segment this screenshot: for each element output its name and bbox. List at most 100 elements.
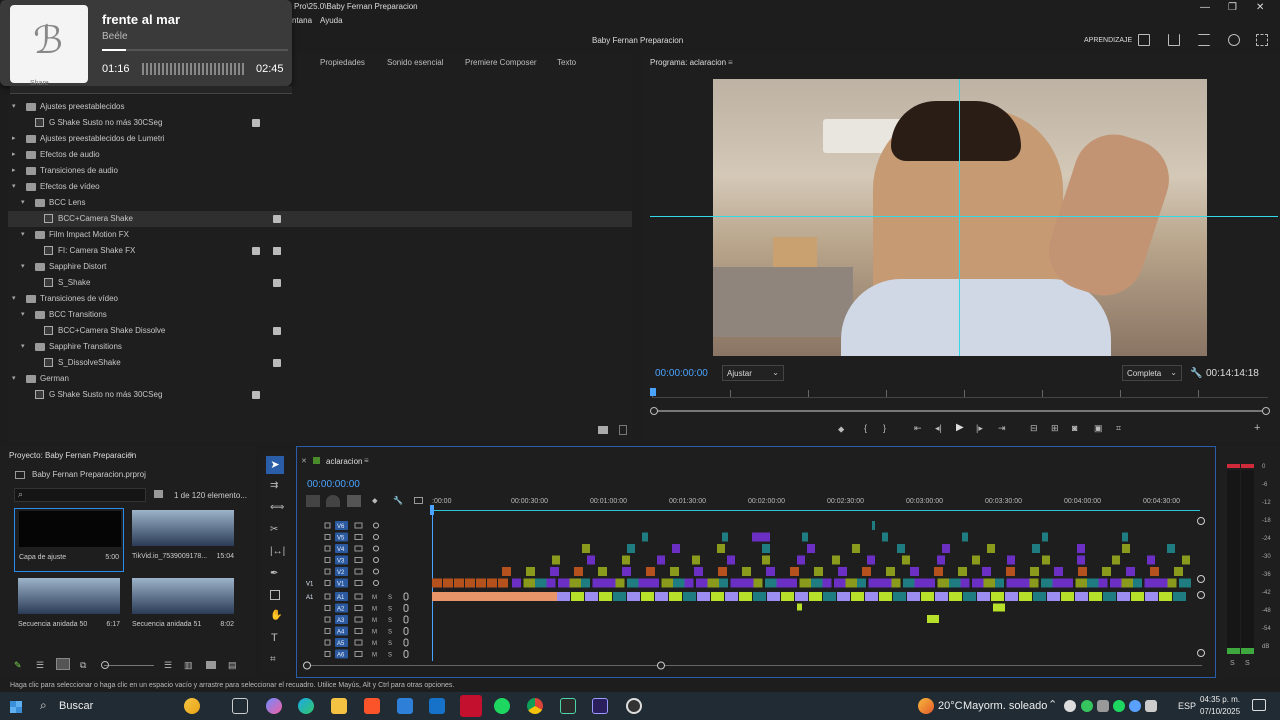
video-clip[interactable]	[546, 578, 556, 588]
effects-tree-row[interactable]: ▾ Sapphire Transitions	[8, 339, 632, 355]
effects-tree-row[interactable]: ▾ Transiciones de vídeo	[8, 291, 632, 307]
lock-icon[interactable]	[324, 605, 331, 611]
scrollbar-handle-right[interactable]	[1262, 407, 1270, 415]
icon-view-icon[interactable]	[56, 658, 70, 670]
video-clip[interactable]	[902, 555, 910, 565]
video-clip[interactable]	[868, 578, 881, 588]
effects-tree-row[interactable]: S_Shake	[8, 275, 632, 291]
timeline-timecode[interactable]: 00:00:00:00	[307, 479, 360, 490]
close-button[interactable]: ✕	[1256, 2, 1264, 13]
video-clip[interactable]	[1042, 532, 1048, 542]
video-clip[interactable]	[672, 544, 680, 553]
lift-icon[interactable]: ⊟	[1030, 423, 1038, 434]
video-clip[interactable]	[1122, 544, 1130, 553]
audio-clip[interactable]	[907, 592, 920, 601]
eye-icon[interactable]	[373, 580, 379, 586]
list-view-icon[interactable]: ☰	[36, 660, 44, 671]
track-scroll-handle-audio[interactable]	[1197, 591, 1205, 599]
step-forward-icon[interactable]: |▸	[976, 423, 983, 434]
audio-clip[interactable]	[865, 592, 878, 601]
playhead-marker[interactable]	[650, 388, 656, 396]
sync-icon[interactable]	[354, 522, 363, 529]
microphone-icon[interactable]	[403, 592, 409, 601]
export-icon[interactable]	[1168, 34, 1180, 46]
video-clip[interactable]	[799, 578, 812, 588]
audio-clip[interactable]	[935, 592, 948, 601]
zoom-slider[interactable]	[104, 665, 154, 666]
add-marker-icon[interactable]: ⬥	[838, 424, 844, 435]
language-indicator[interactable]: ESP	[1178, 701, 1196, 711]
effects-search-input[interactable]: Share	[10, 80, 292, 94]
video-clip[interactable]	[1167, 578, 1177, 588]
track-label-v3[interactable]: V3	[337, 559, 345, 565]
video-clip[interactable]	[1042, 555, 1050, 565]
effects-tree-row[interactable]: ▸ Ajustes preestablecidos de Lumetri	[8, 131, 632, 147]
eye-icon[interactable]	[373, 534, 379, 540]
track-label-v4[interactable]: V4	[337, 547, 345, 553]
solo-button[interactable]: S	[388, 653, 392, 659]
audio-clip[interactable]	[641, 592, 654, 601]
video-clip[interactable]	[1102, 567, 1111, 576]
project-item[interactable]: Secuencia anidada 50 6:17	[14, 576, 124, 640]
lock-icon[interactable]	[324, 639, 331, 646]
premiere-taskbar-icon[interactable]	[592, 698, 608, 714]
video-clip[interactable]	[822, 578, 832, 588]
tray-icon-3[interactable]	[1097, 700, 1109, 712]
video-clip[interactable]	[498, 578, 508, 588]
solo-button[interactable]: S	[388, 595, 392, 601]
track-scroll-handle-top[interactable]	[1197, 517, 1205, 525]
video-clip[interactable]	[852, 544, 860, 553]
audio-clip[interactable]	[1089, 592, 1102, 601]
mute-button[interactable]: M	[372, 641, 377, 647]
microphone-icon[interactable]	[403, 627, 409, 635]
new-bin-icon[interactable]	[154, 490, 163, 498]
windows-start-icon[interactable]	[10, 701, 22, 713]
track-label-a1[interactable]: A1	[337, 595, 345, 601]
track-label-v5[interactable]: V5	[337, 536, 345, 542]
mute-button[interactable]: M	[372, 618, 377, 624]
video-clip[interactable]	[987, 544, 995, 553]
video-clip[interactable]	[615, 578, 625, 588]
sync-icon[interactable]	[354, 639, 363, 646]
audio-clip[interactable]	[1033, 592, 1046, 601]
video-clip[interactable]	[526, 567, 535, 576]
video-clip[interactable]	[1098, 578, 1108, 588]
sync-icon[interactable]	[354, 651, 363, 657]
timeline-hscroll[interactable]	[307, 665, 1202, 666]
video-clip[interactable]	[642, 532, 648, 542]
audio-clip[interactable]	[921, 592, 934, 601]
tray-icon-1[interactable]	[1064, 700, 1076, 712]
video-clip[interactable]	[598, 567, 607, 576]
audio-clip[interactable]	[683, 592, 696, 601]
track-scroll-handle-bottom[interactable]	[1197, 649, 1205, 657]
audio-clip[interactable]	[669, 592, 682, 601]
video-clip[interactable]	[657, 555, 665, 565]
microphone-icon[interactable]	[403, 615, 409, 624]
tray-icon-5[interactable]	[1129, 700, 1141, 712]
audio-clip[interactable]	[1159, 592, 1172, 601]
mute-button[interactable]: M	[372, 630, 377, 636]
compare-icon[interactable]: ▣	[1094, 423, 1103, 434]
effects-tree-row[interactable]: FI: Camera Shake FX	[8, 243, 632, 259]
video-clip[interactable]	[622, 555, 630, 565]
audio-clip[interactable]	[949, 592, 962, 601]
video-clip[interactable]	[742, 567, 751, 576]
progress-track[interactable]	[102, 49, 288, 51]
video-clip[interactable]	[550, 567, 559, 576]
audio-clip[interactable]	[927, 615, 939, 623]
video-clip[interactable]	[1077, 544, 1085, 553]
tray-icon-2[interactable]	[1081, 700, 1093, 712]
audio-clip[interactable]	[795, 592, 808, 601]
video-clip[interactable]	[694, 567, 703, 576]
ripple-edit-tool-icon[interactable]: ⟺	[270, 502, 284, 513]
audio-clip[interactable]	[977, 592, 990, 601]
new-item-icon[interactable]: ▤	[228, 660, 237, 671]
video-clip[interactable]	[802, 532, 808, 542]
video-clip[interactable]	[962, 532, 968, 542]
track-select-tool-icon[interactable]: ⇉	[270, 480, 278, 491]
video-clip[interactable]	[762, 544, 770, 553]
sync-icon[interactable]	[354, 534, 363, 540]
sync-icon[interactable]	[354, 593, 363, 600]
audio-clip[interactable]	[797, 603, 802, 611]
track-label-a2[interactable]: A2	[337, 607, 345, 613]
